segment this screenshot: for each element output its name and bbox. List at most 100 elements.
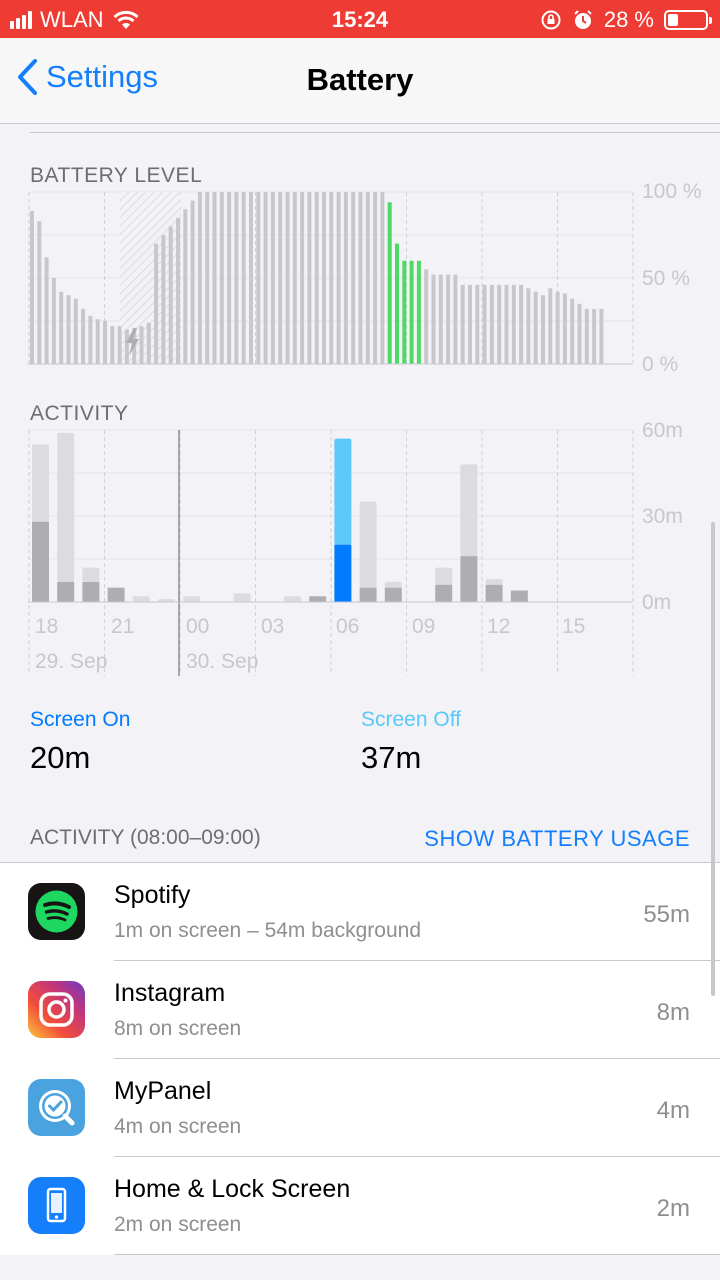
battery-bar: [570, 298, 575, 364]
hour-label: 00: [186, 615, 210, 638]
battery-bar: [314, 192, 319, 364]
battery-bar: [88, 315, 93, 364]
screen-off-bar: [132, 596, 150, 602]
list-item[interactable]: Home & Lock Screen 2m on screen 2m: [0, 1157, 720, 1255]
screen-on-bar: [384, 587, 402, 602]
scrollbar[interactable]: [711, 522, 715, 996]
screen-on-bar: [309, 596, 327, 602]
battery-bar: [270, 192, 275, 364]
battery-bar: [599, 308, 604, 364]
hour-label: 12: [487, 615, 511, 638]
battery-bar: [176, 217, 180, 364]
activity-tick-60m: 60m: [642, 419, 683, 442]
battery-bar: [402, 260, 407, 364]
battery-bar: [124, 329, 129, 364]
status-bar: WLAN 15:24 28 %: [0, 0, 720, 38]
battery-bar: [533, 291, 538, 364]
activity-chart: [28, 429, 634, 676]
battery-bar: [526, 288, 531, 364]
battery-bar: [44, 257, 49, 364]
battery-bar: [183, 209, 188, 364]
screen-off-bar: [384, 581, 402, 588]
app-name: Spotify: [114, 881, 191, 909]
battery-bar: [438, 274, 443, 364]
battery-bar: [519, 284, 524, 364]
screen-off-bar: [435, 567, 453, 585]
battery-bar: [205, 192, 210, 364]
battery-bar: [511, 284, 516, 364]
screen-on-label[interactable]: Screen On: [30, 708, 130, 732]
screen-off-bar: [334, 438, 352, 545]
app-time: 8m: [656, 999, 690, 1026]
rotation-lock-icon: [541, 10, 561, 30]
battery-bar: [73, 298, 78, 364]
battery-tick-100: 100 %: [642, 180, 702, 203]
battery-bar: [343, 192, 348, 364]
battery-bar: [592, 308, 597, 364]
hour-label: 21: [111, 615, 135, 638]
battery-bar: [460, 284, 465, 364]
battery-bar: [380, 192, 385, 364]
battery-bar: [409, 260, 414, 364]
battery-bar: [59, 291, 64, 364]
screen-on-bar: [359, 587, 377, 602]
battery-level-chart: [28, 191, 634, 365]
activity-tick-0m: 0m: [642, 591, 672, 614]
battery-bar: [351, 192, 356, 364]
mypanel-icon: [28, 1079, 85, 1136]
hour-label: 18: [35, 615, 59, 638]
activity-label: ACTIVITY: [30, 402, 129, 425]
screen-off-bar: [460, 464, 478, 557]
battery-bar: [453, 274, 458, 364]
show-battery-usage-button[interactable]: SHOW BATTERY USAGE: [424, 826, 690, 852]
battery-bar: [197, 192, 202, 364]
battery-bar: [336, 192, 341, 364]
app-detail: 4m on screen: [114, 1115, 242, 1138]
battery-bar: [234, 192, 239, 364]
activity-section-header: ACTIVITY (08:00–09:00): [30, 826, 261, 849]
app-detail: 2m on screen: [114, 1213, 242, 1236]
battery-bar: [103, 321, 107, 364]
battery-icon: [664, 10, 712, 30]
battery-bar: [51, 278, 56, 364]
screen-on-bar: [435, 584, 453, 602]
battery-bar: [548, 288, 553, 364]
battery-level-label: BATTERY LEVEL: [30, 164, 203, 187]
home-lock-icon: [28, 1177, 85, 1234]
screen-off-label[interactable]: Screen Off: [361, 708, 461, 732]
battery-bar: [95, 319, 100, 364]
battery-bar: [81, 308, 86, 364]
app-activity-list: Spotify 1m on screen – 54m background 55…: [0, 862, 720, 1255]
app-detail: 8m on screen: [114, 1017, 242, 1040]
battery-percent: 28 %: [603, 7, 654, 32]
screen-on-bar: [485, 584, 503, 602]
battery-bar: [249, 192, 253, 364]
navigation-bar: Settings Battery: [0, 38, 720, 124]
battery-bar: [562, 293, 567, 364]
battery-bar: [30, 210, 34, 364]
battery-bar: [577, 303, 582, 364]
battery-bar: [256, 192, 261, 364]
battery-bar: [373, 192, 378, 364]
hour-label: 09: [412, 615, 436, 638]
battery-bar: [387, 202, 392, 364]
screen-on-bar: [82, 581, 100, 602]
battery-bar: [300, 192, 305, 364]
list-item[interactable]: Instagram 8m on screen 8m: [0, 961, 720, 1059]
app-detail: 1m on screen – 54m background: [114, 919, 422, 942]
battery-bar: [154, 243, 159, 364]
battery-bar: [395, 243, 399, 364]
battery-bar: [110, 326, 115, 364]
screen-on-bar: [460, 556, 478, 602]
battery-bar: [278, 192, 283, 364]
list-item[interactable]: Spotify 1m on screen – 54m background 55…: [0, 863, 720, 961]
battery-bar: [365, 192, 370, 364]
battery-bar: [219, 192, 224, 364]
battery-bar: [555, 291, 560, 364]
divider: [30, 132, 720, 133]
battery-bar: [416, 260, 421, 364]
divider: [114, 1254, 720, 1255]
list-item[interactable]: MyPanel 4m on screen 4m: [0, 1059, 720, 1157]
battery-bar: [322, 192, 326, 364]
battery-bar: [504, 284, 509, 364]
